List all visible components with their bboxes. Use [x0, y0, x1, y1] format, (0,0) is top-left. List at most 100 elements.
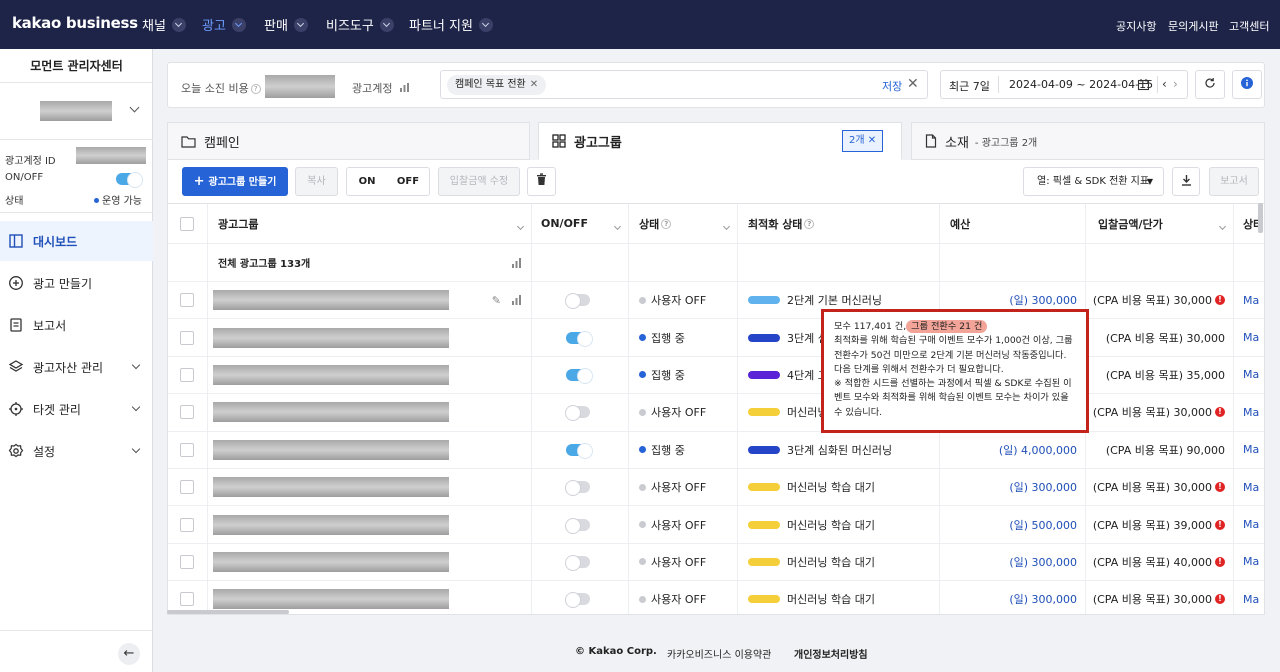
- sidebar-item-create-ad[interactable]: 광고 만들기: [0, 263, 153, 303]
- collapse-sidebar-button[interactable]: ←: [118, 643, 140, 665]
- column-header-optimization[interactable]: 최적화 상태?: [738, 204, 940, 243]
- nav-sales[interactable]: 판매: [264, 15, 308, 34]
- row-onoff-toggle[interactable]: [565, 517, 590, 534]
- warning-icon[interactable]: !: [1215, 482, 1225, 493]
- warning-icon[interactable]: !: [1215, 519, 1225, 530]
- edit-icon[interactable]: ✎: [492, 294, 501, 307]
- vertical-scrollbar[interactable]: [1258, 203, 1263, 233]
- table-row[interactable]: 집행 중 3단계 심화된 머신러닝 (일) 4,000,000 (CPA 비용 목표)…: [168, 431, 1264, 469]
- off-button[interactable]: OFF: [387, 168, 429, 195]
- budget-value[interactable]: (일) 500,000: [1009, 517, 1077, 533]
- tab-campaign[interactable]: 캠페인: [167, 122, 530, 160]
- nav-ads[interactable]: 광고: [202, 15, 246, 34]
- row-checkbox[interactable]: [180, 405, 194, 420]
- edit-bid-button[interactable]: 입찰금액 수정: [438, 167, 520, 196]
- adgroup-name-cell[interactable]: [208, 319, 532, 356]
- extra-link[interactable]: Ma: [1243, 443, 1259, 456]
- row-onoff-toggle[interactable]: [565, 293, 590, 310]
- adgroup-selection-badge[interactable]: 2개 ✕: [842, 130, 884, 152]
- row-checkbox[interactable]: [180, 480, 194, 495]
- optimization-cell[interactable]: 3단계 심화된 머신러닝: [738, 431, 940, 468]
- budget-value[interactable]: (일) 300,000: [1009, 292, 1077, 308]
- extra-link[interactable]: Ma: [1243, 555, 1259, 568]
- adgroup-name-cell[interactable]: [208, 356, 532, 394]
- warning-icon[interactable]: !: [1215, 295, 1225, 306]
- column-set-select[interactable]: 열: 픽셀 & SDK 전환 지표 ▼: [1023, 167, 1164, 196]
- date-preset[interactable]: 최근 7일: [949, 78, 990, 94]
- kakao-business-logo[interactable]: kakao business: [12, 14, 138, 32]
- extra-link[interactable]: Ma: [1243, 368, 1259, 381]
- adgroup-name-cell[interactable]: [208, 543, 532, 581]
- calendar-icon[interactable]: [1137, 78, 1150, 91]
- warning-icon[interactable]: !: [1215, 407, 1225, 418]
- row-checkbox[interactable]: [180, 517, 194, 532]
- horizontal-scrollbar[interactable]: [167, 610, 289, 614]
- save-filter-link[interactable]: 저장: [882, 78, 902, 94]
- adgroup-name-cell[interactable]: [208, 506, 532, 543]
- extra-link[interactable]: Ma: [1243, 294, 1259, 307]
- column-header-status[interactable]: 상태?: [629, 204, 738, 243]
- on-button[interactable]: ON: [347, 168, 387, 195]
- table-row[interactable]: 사용자 OFF 머신러닝 학습 대기 (일) 500,000 (CPA 비용 목표) …: [168, 506, 1264, 544]
- column-header-bid[interactable]: 입찰금액/단가: [1086, 204, 1234, 243]
- chevron-right-icon[interactable]: ›: [1173, 77, 1178, 91]
- adgroup-name-cell[interactable]: ✎: [208, 282, 532, 319]
- sidebar-item-asset-management[interactable]: 광고자산 관리: [0, 347, 153, 387]
- delete-button[interactable]: [527, 167, 556, 196]
- copy-button[interactable]: 복사: [295, 167, 338, 196]
- warning-icon[interactable]: !: [1215, 556, 1225, 567]
- bar-chart-icon[interactable]: [511, 295, 522, 306]
- filter-input[interactable]: 캠페인 목표 전환 ✕ 저장 ✕: [440, 70, 928, 99]
- extra-link[interactable]: Ma: [1243, 481, 1259, 494]
- clear-filter-icon[interactable]: ✕: [907, 76, 919, 92]
- terms-link[interactable]: 카카오비즈니스 이용약관: [667, 646, 771, 661]
- sidebar-item-target-management[interactable]: 타겟 관리: [0, 389, 153, 429]
- tab-creative[interactable]: 소재 - 광고그룹 2개: [911, 122, 1265, 160]
- close-icon[interactable]: ✕: [530, 79, 538, 90]
- adgroup-name-cell[interactable]: [208, 394, 532, 431]
- table-row[interactable]: 사용자 OFF 머신러닝 학습 대기 (일) 300,000 (CPA 비용 목표) …: [168, 581, 1264, 614]
- filter-chip-campaign-goal[interactable]: 캠페인 목표 전환 ✕: [447, 75, 547, 95]
- row-onoff-toggle[interactable]: [566, 442, 593, 459]
- row-onoff-toggle[interactable]: [566, 367, 593, 384]
- help-icon[interactable]: ?: [804, 218, 815, 229]
- table-row[interactable]: 사용자 OFF 머신러닝 학습 대기 (일) 300,000 (CPA 비용 목표) …: [168, 543, 1264, 582]
- adgroup-name-cell[interactable]: [208, 431, 532, 468]
- extra-link[interactable]: Ma: [1243, 593, 1259, 606]
- optimization-cell[interactable]: 머신러닝 학습 대기: [738, 506, 940, 543]
- sidebar-item-dashboard[interactable]: 대시보드: [0, 221, 153, 261]
- row-onoff-toggle[interactable]: [565, 405, 590, 422]
- row-checkbox[interactable]: [180, 442, 194, 457]
- help-icon[interactable]: ?: [661, 218, 672, 229]
- download-button[interactable]: [1172, 167, 1200, 196]
- table-row[interactable]: 집행 중4단계 고도화된 머신러닝(일) 300,000(CPA 비용 목표) …: [168, 356, 1264, 395]
- date-range-value[interactable]: 2024-04-09 ~ 2024-04-15: [1009, 78, 1153, 91]
- nav-partner-support[interactable]: 파트너 지원: [409, 15, 493, 34]
- extra-link[interactable]: Ma: [1243, 518, 1259, 531]
- row-onoff-toggle[interactable]: [565, 554, 590, 571]
- report-button[interactable]: 보고서: [1209, 167, 1259, 196]
- sort-icon[interactable]: [516, 222, 525, 231]
- table-row[interactable]: 집행 중3단계 심화된 머신러닝(일) 300,000(CPA 비용 목표) 3…: [168, 319, 1264, 357]
- budget-value[interactable]: (일) 300,000: [1009, 479, 1077, 495]
- create-adgroup-button[interactable]: + 광고그룹 만들기: [182, 167, 288, 196]
- row-checkbox[interactable]: [180, 554, 194, 569]
- date-range-picker[interactable]: 최근 7일 2024-04-09 ~ 2024-04-15 ‹ ›: [940, 70, 1188, 99]
- sidebar-item-report[interactable]: 보고서: [0, 305, 153, 345]
- close-icon[interactable]: ✕: [868, 135, 876, 146]
- column-header-budget[interactable]: 예산: [940, 204, 1086, 243]
- row-checkbox[interactable]: [180, 367, 194, 382]
- select-all-checkbox[interactable]: [180, 216, 194, 231]
- privacy-link[interactable]: 개인정보처리방침: [794, 646, 868, 661]
- table-row[interactable]: ✎ 사용자 OFF 2단계 기본 머신러닝 (일) 300,000 (CPA 비용 목표…: [168, 282, 1264, 320]
- account-onoff-toggle[interactable]: [116, 172, 143, 188]
- optimization-cell[interactable]: 머신러닝 학습 대기: [738, 543, 940, 581]
- inquiry-board-link[interactable]: 문의게시판: [1168, 18, 1219, 34]
- help-icon[interactable]: ?: [250, 84, 261, 94]
- bar-chart-icon[interactable]: [511, 257, 522, 268]
- row-checkbox[interactable]: [180, 330, 194, 345]
- sort-icon[interactable]: [722, 222, 731, 231]
- nav-biz-tools[interactable]: 비즈도구: [326, 15, 394, 34]
- notice-link[interactable]: 공지사항: [1116, 18, 1156, 34]
- row-checkbox[interactable]: [180, 293, 194, 308]
